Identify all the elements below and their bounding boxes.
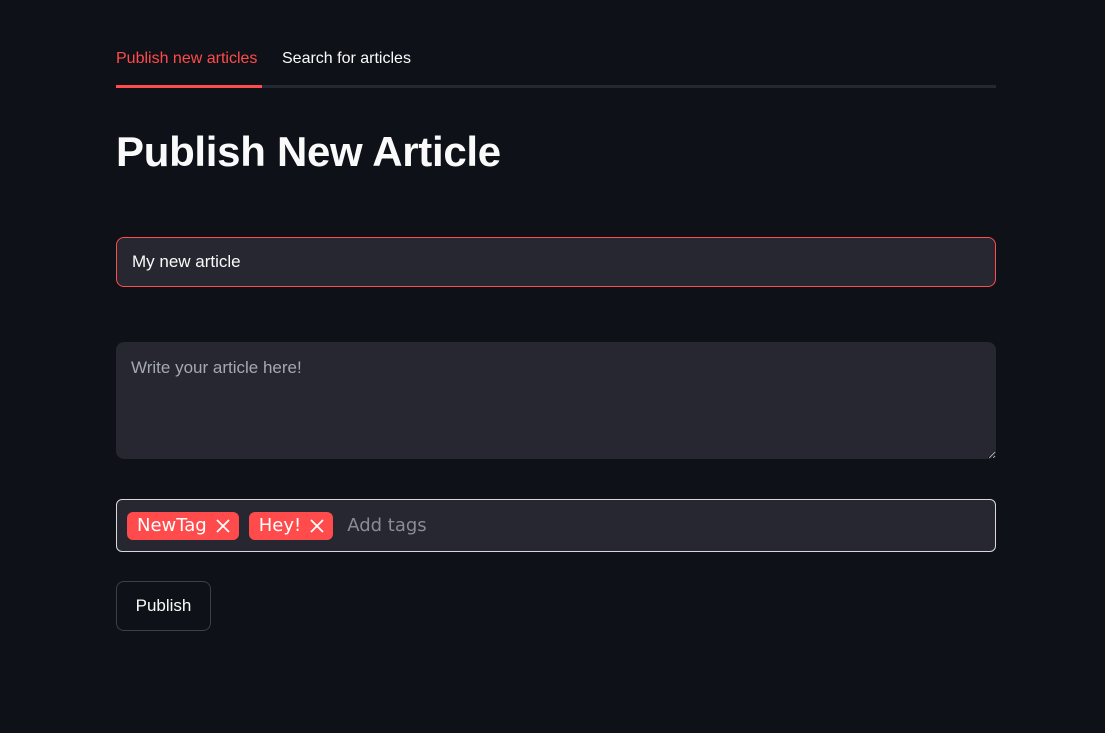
article-content-textarea[interactable] (116, 342, 996, 459)
tag-label: NewTag (137, 515, 207, 536)
add-tags-input[interactable] (343, 510, 995, 541)
tab-publish-new-articles[interactable]: Publish new articles (116, 50, 257, 68)
tag-chip[interactable]: Hey! (248, 511, 334, 540)
tags-input-box[interactable]: NewTag Hey! (116, 499, 996, 552)
publish-button[interactable]: Publish (116, 581, 211, 631)
page-title: Publish New Article (116, 128, 501, 175)
tab-search-for-articles[interactable]: Search for articles (282, 50, 411, 68)
tag-chip[interactable]: NewTag (127, 511, 239, 540)
close-icon[interactable] (216, 518, 230, 533)
tab-bar: Publish new articles Search for articles (116, 40, 996, 88)
tag-label: Hey! (258, 515, 302, 536)
close-icon[interactable] (310, 518, 324, 533)
article-title-input[interactable] (116, 237, 996, 287)
active-tab-indicator (116, 85, 262, 88)
